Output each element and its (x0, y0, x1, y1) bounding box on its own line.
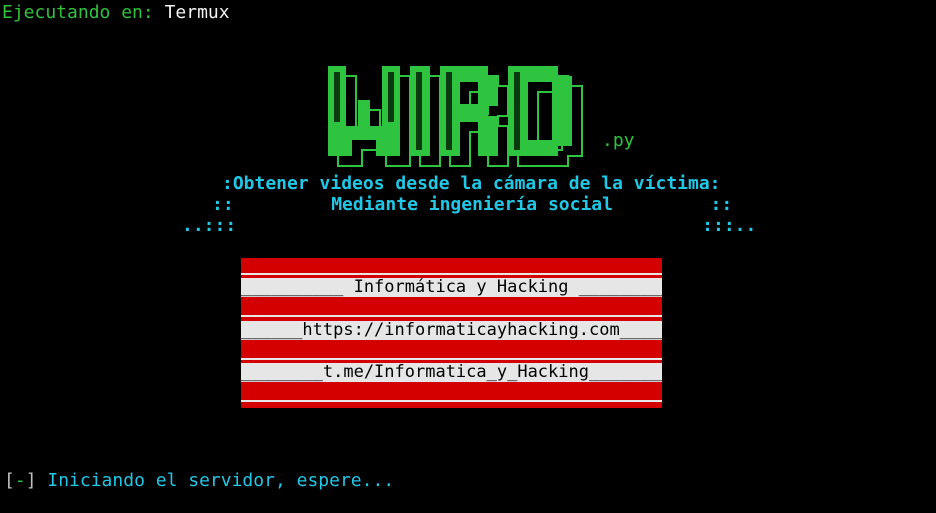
wird-logo (318, 14, 618, 167)
banner-row-telegram: ________t.me/Informatica_y_Hacking______… (241, 363, 662, 382)
subtitle-line-1: :Obtener videos desde la cámara de la ví… (222, 173, 721, 194)
status-message: Iniciando el servidor, espere... (36, 470, 395, 491)
subtitle-line-3: ..::: :::.. (182, 215, 757, 236)
banner-row-website: ______https://informaticayhacking.com___… (241, 321, 662, 340)
execution-label: Ejecutando en: (2, 2, 154, 23)
banner-rule (241, 358, 662, 360)
banner-rule (241, 400, 662, 402)
execution-environment-line: Ejecutando en: Termux (2, 2, 230, 23)
logo-suffix: .py (602, 130, 635, 151)
status-indicator: - (14, 470, 26, 491)
banner-rule (241, 315, 662, 317)
banner-row-title: __________ Informática y Hacking _______… (241, 278, 662, 297)
status-bracket-close: ] (25, 470, 37, 491)
credits-banner: __________ Informática y Hacking _______… (241, 258, 662, 408)
execution-value: Termux (164, 2, 230, 23)
wird-logo-art (328, 66, 583, 167)
banner-rule (241, 273, 662, 275)
status-line: [-] Iniciando el servidor, espere... (4, 470, 394, 491)
subtitle-line-2: :: Mediante ingeniería social :: (212, 194, 733, 215)
status-bracket-open: [ (4, 470, 15, 491)
